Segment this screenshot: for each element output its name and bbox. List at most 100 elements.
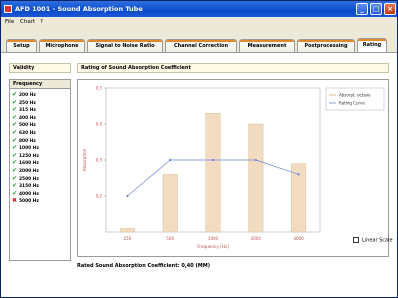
- frequency-item: ✔ 800 Hz: [12, 137, 36, 144]
- frequency-item: ✔ 4000 Hz: [12, 190, 39, 197]
- linear-scale-label: Linear Scale: [362, 237, 393, 244]
- frequency-column-header: Frequency: [10, 80, 70, 89]
- y-tick-label: 0,4: [96, 122, 103, 127]
- tab-postprocessing[interactable]: Postprocessing: [297, 39, 355, 52]
- rating-curve-point: [254, 158, 257, 162]
- rating-curve-point: [297, 173, 300, 176]
- app-icon: [4, 5, 12, 13]
- frequency-item: ✔ 2500 Hz: [12, 175, 39, 182]
- frequency-label: 1600 Hz: [19, 161, 39, 167]
- y-tick-label: 0,3: [96, 158, 103, 163]
- frequency-label: 3150 Hz: [19, 184, 39, 190]
- result-text: Rated Sound Absorption Coefficient: 0,40…: [77, 263, 210, 269]
- tab-label: Signal to Noise Ratio: [95, 43, 155, 49]
- linear-scale-checkbox[interactable]: Linear Scale: [353, 237, 393, 244]
- frequency-label: 630 Hz: [19, 131, 36, 136]
- check-icon: ✔: [12, 106, 18, 114]
- maximize-button[interactable]: □: [370, 3, 382, 15]
- checkbox-icon: [353, 237, 359, 243]
- tab-label: Measurement: [247, 43, 287, 49]
- tab-channel-correction[interactable]: Channel Correction: [165, 39, 237, 52]
- frequency-label: 1250 Hz: [19, 153, 39, 159]
- check-icon: ✔: [12, 91, 18, 98]
- rating-curve-point: [211, 158, 215, 162]
- frequency-item: ✔ 3150 Hz: [12, 182, 39, 189]
- frequency-label: 5000 Hz: [19, 199, 39, 205]
- rating-curve-point: [169, 158, 172, 162]
- legend-label: Rating Curve: [339, 101, 366, 106]
- menu-file[interactable]: File: [5, 17, 14, 28]
- check-icon: ✔: [12, 129, 18, 136]
- frequency-item: ✖ 5000 Hz: [12, 197, 39, 204]
- tab-measurement[interactable]: Measurement: [239, 39, 295, 52]
- check-icon: ✔: [12, 189, 18, 197]
- frequency-item: ✔ 500 Hz: [12, 121, 36, 128]
- check-icon: ✔: [12, 144, 18, 152]
- legend-label: Absorpt. octave: [339, 93, 371, 98]
- frequency-label: 250 Hz: [19, 100, 36, 106]
- frequency-list: Frequency ✔ 200 Hz ✔ 250 Hz ✔ 315 Hz ✔ 400 Hz ✔ 5…: [9, 79, 71, 261]
- legend-box: [325, 87, 385, 111]
- frequency-item: ✔ 1600 Hz: [12, 159, 39, 166]
- x-tick-label: 2000: [251, 236, 262, 241]
- tab-label: Rating: [362, 42, 382, 48]
- frequency-label: 500 Hz: [19, 123, 36, 129]
- check-icon: ✔: [12, 167, 18, 174]
- chart-svg: 0,2 0,3 0,4 0,5 250 500 1000 2000 4000 Frequency …: [82, 86, 385, 249]
- frequency-label: 200 Hz: [19, 93, 36, 98]
- bar: [119, 228, 135, 233]
- check-icon: ✔: [12, 151, 18, 159]
- frequency-label: 315 Hz: [19, 108, 36, 114]
- tab-label: Postprocessing: [304, 43, 348, 49]
- tab-label: Setup: [13, 43, 30, 49]
- menu-chart[interactable]: Chart: [20, 17, 35, 28]
- app-window: AFD 1001 - Sound Absorption Tube _ □ × F…: [0, 0, 398, 298]
- y-tick-label: 0,5: [96, 86, 103, 91]
- bar: [205, 113, 221, 233]
- x-tick-label: 1000: [208, 236, 219, 241]
- frequency-label: 800 Hz: [19, 138, 36, 144]
- rating-header: Rating of Sound Absorption Coefficient: [77, 63, 389, 73]
- x-tick-label: 500: [166, 236, 174, 241]
- y-tick-label: 0,2: [96, 194, 103, 199]
- x-tick-label: 4000: [294, 236, 305, 241]
- validity-header: Validity: [9, 63, 71, 73]
- frequency-item: ✔ 630 Hz: [12, 129, 36, 136]
- frequency-label: 400 Hz: [19, 115, 36, 121]
- frequency-label: 1000 Hz: [19, 146, 39, 152]
- check-icon: ✔: [12, 159, 18, 167]
- check-icon: ✔: [12, 182, 18, 190]
- menu-help[interactable]: ?: [40, 17, 43, 28]
- tab-label: Microphone: [45, 43, 79, 49]
- frequency-item: ✔ 315 Hz: [12, 106, 36, 113]
- tab-signal-to-noise-ratio[interactable]: Signal to Noise Ratio: [87, 39, 163, 52]
- x-axis-label: Frequency [Hz]: [197, 244, 229, 249]
- check-icon: ✔: [12, 98, 18, 106]
- frequency-label: 4000 Hz: [19, 191, 39, 197]
- rating-chart: 0,2 0,3 0,4 0,5 250 500 1000 2000 4000 Frequency …: [77, 79, 389, 257]
- minimize-button[interactable]: _: [356, 3, 368, 15]
- check-icon: ✔: [12, 121, 18, 129]
- y-axis-label: Absorption: [82, 148, 87, 171]
- frequency-label: 2000 Hz: [19, 169, 39, 174]
- bar: [162, 174, 178, 233]
- rating-curve-point: [126, 194, 129, 198]
- bar: [248, 123, 264, 233]
- window-title: AFD 1001 - Sound Absorption Tube: [15, 5, 143, 13]
- x-tick-label: 250: [124, 236, 132, 241]
- frequency-label: 2500 Hz: [19, 176, 39, 182]
- cross-icon: ✖: [12, 197, 18, 205]
- frequency-item: ✔ 200 Hz: [12, 91, 36, 98]
- menu-bar: File Chart ?: [1, 17, 397, 28]
- close-button[interactable]: ×: [384, 3, 396, 15]
- frequency-item: ✔ 1000 Hz: [12, 144, 39, 151]
- frequency-item: ✔ 1250 Hz: [12, 152, 39, 159]
- tab-rating[interactable]: Rating: [357, 38, 387, 52]
- tab-label: Channel Correction: [173, 43, 229, 49]
- check-icon: ✔: [12, 136, 18, 144]
- check-icon: ✔: [12, 174, 18, 182]
- frequency-item: ✔ 400 Hz: [12, 114, 36, 121]
- title-bar: AFD 1001 - Sound Absorption Tube _ □ ×: [1, 1, 397, 17]
- tab-microphone[interactable]: Microphone: [39, 39, 85, 52]
- tab-setup[interactable]: Setup: [6, 39, 37, 52]
